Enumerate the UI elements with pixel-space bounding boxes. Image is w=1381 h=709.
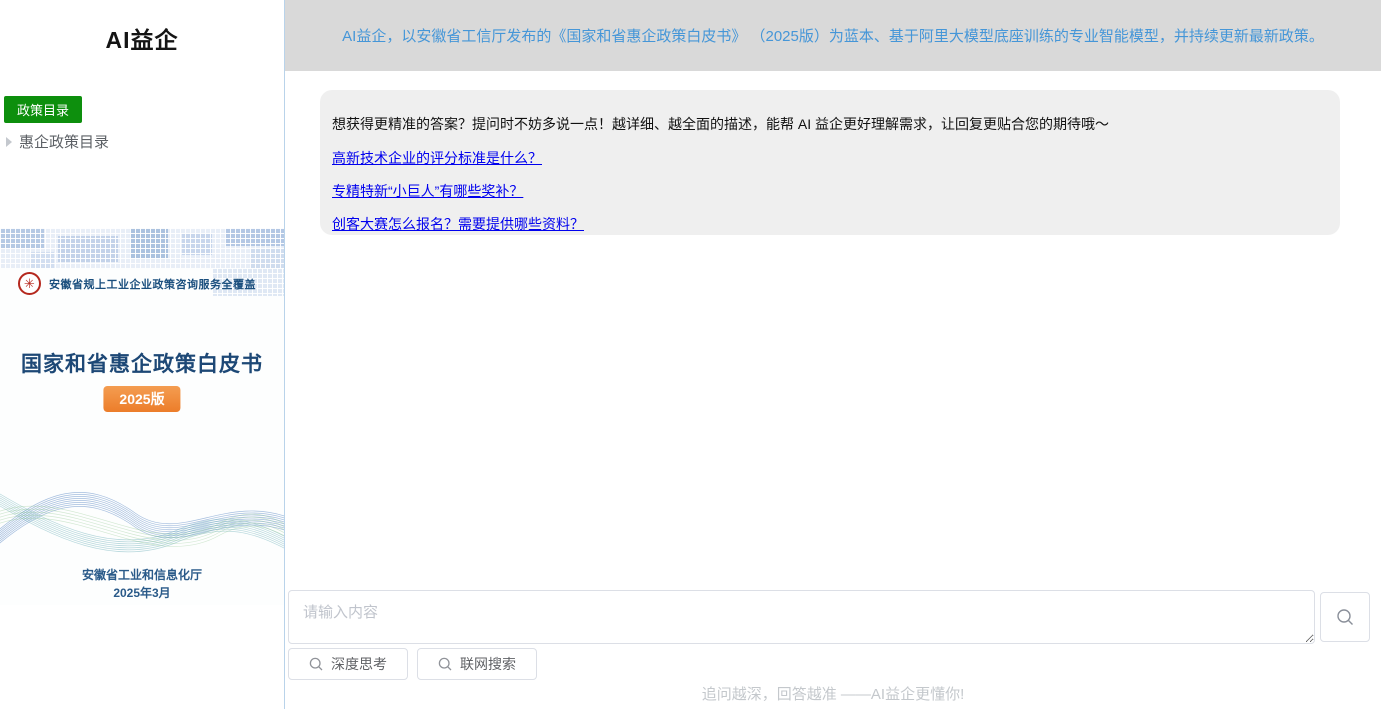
sidebar-item-policy-catalog[interactable]: 惠企政策目录 bbox=[6, 131, 109, 152]
send-button[interactable] bbox=[1320, 592, 1370, 642]
cover-edition-badge: 2025版 bbox=[103, 386, 181, 412]
announcement-text: AI益企，以安徽省工信厅发布的《国家和省惠企政策白皮书》 （2025版）为蓝本、… bbox=[342, 28, 1324, 45]
deep-think-label: 深度思考 bbox=[331, 656, 387, 672]
policy-directory-button[interactable]: 政策目录 bbox=[4, 96, 83, 123]
cover-tagline: 安徽省规上工业企业政策咨询服务全覆盖 bbox=[49, 278, 256, 291]
assistant-message: 想获得更精准的答案？提问时不妨多说一点！越详细、越全面的描述，能帮 AI 益企更… bbox=[320, 90, 1340, 235]
app-logo: AI益企 bbox=[105, 27, 179, 53]
web-search-label: 联网搜索 bbox=[460, 656, 516, 672]
main-area: AI益企，以安徽省工信厅发布的《国家和省惠企政策白皮书》 （2025版）为蓝本、… bbox=[285, 0, 1381, 709]
mosaic-decoration bbox=[0, 228, 284, 268]
cover-date: 2025年3月 bbox=[113, 586, 171, 600]
cover-tagline-row: ✳ 安徽省规上工业企业政策咨询服务全覆盖 bbox=[18, 272, 256, 295]
message-input[interactable] bbox=[288, 590, 1315, 644]
search-icon bbox=[309, 657, 323, 670]
announcement-banner: AI益企，以安徽省工信厅发布的《国家和省惠企政策白皮书》 （2025版）为蓝本、… bbox=[285, 0, 1381, 71]
welcome-message: 想获得更精准的答案？提问时不妨多说一点！越详细、越全面的描述，能帮 AI 益企更… bbox=[332, 116, 1110, 132]
cover-title: 国家和省惠企政策白皮书 bbox=[21, 352, 263, 376]
tree-item-label: 惠企政策目录 bbox=[19, 134, 110, 151]
government-seal-icon: ✳ bbox=[18, 272, 41, 295]
chevron-right-icon bbox=[6, 136, 12, 147]
web-search-button[interactable]: 联网搜索 bbox=[417, 648, 537, 680]
sidebar: AI益企 政策目录 惠企政策目录 ✳ 安徽省规上工业企业政策咨询服务全覆盖 国家… bbox=[0, 0, 285, 709]
suggested-question-link[interactable]: 创客大赛怎么报名？需要提供哪些资料？ bbox=[332, 214, 1328, 234]
wave-decoration bbox=[0, 492, 284, 553]
composer-toolbar: 深度思考 联网搜索 bbox=[288, 648, 537, 680]
suggested-question-link[interactable]: 专精特新“小巨人”有哪些奖补？ bbox=[332, 181, 1328, 201]
footer-tagline: 追问越深，回答越准 ——AI益企更懂你! bbox=[701, 686, 965, 703]
composer bbox=[288, 590, 1318, 649]
search-icon bbox=[1336, 608, 1353, 625]
suggested-question-link[interactable]: 高新技术企业的评分标准是什么？ bbox=[332, 148, 1328, 168]
deep-think-button[interactable]: 深度思考 bbox=[288, 648, 408, 680]
whitepaper-cover-image: ✳ 安徽省规上工业企业政策咨询服务全覆盖 国家和省惠企政策白皮书 2025版 安… bbox=[0, 228, 284, 605]
cover-agency: 安徽省工业和信息化厅 bbox=[81, 568, 202, 582]
search-icon bbox=[438, 657, 452, 670]
